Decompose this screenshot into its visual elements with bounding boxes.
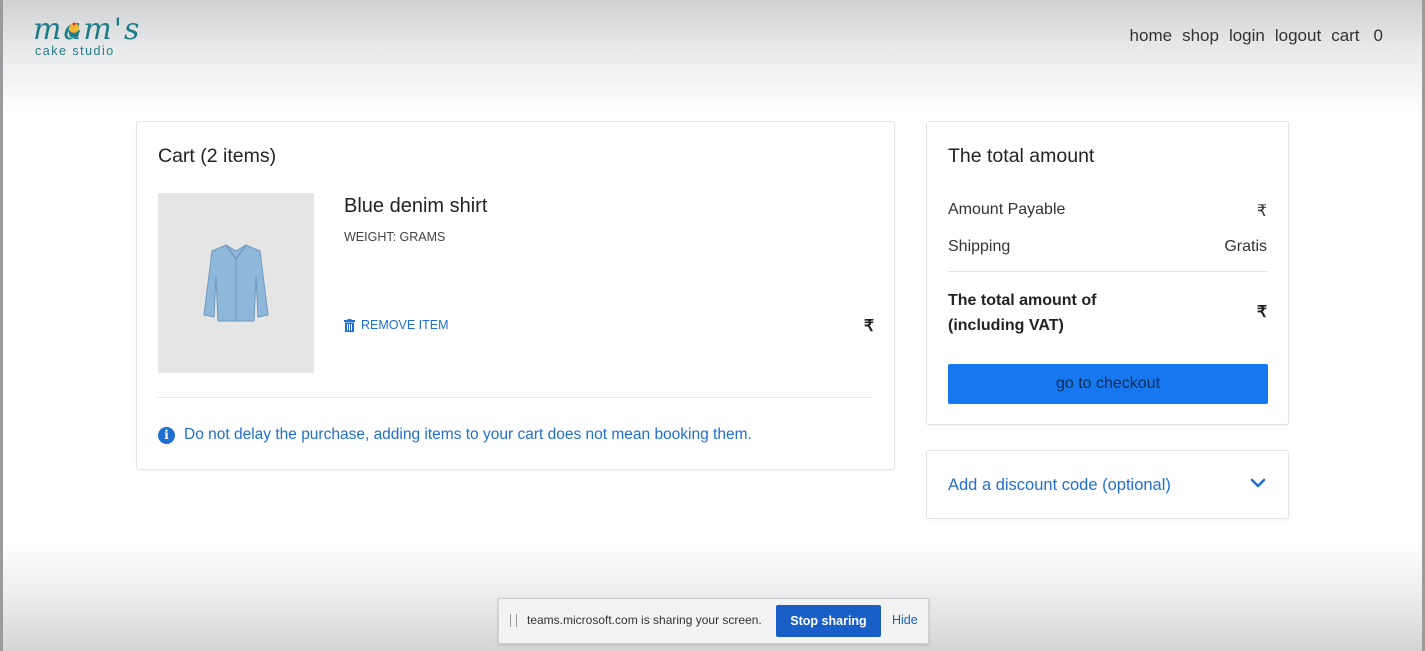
amount-payable-label: Amount Payable <box>948 201 1066 218</box>
divider <box>158 397 872 398</box>
cupcake-icon <box>68 22 80 37</box>
item-name[interactable]: Blue denim shirt <box>344 195 487 218</box>
cart-card: Cart (2 items) Blue denim shirt WEIGHT: … <box>136 121 895 470</box>
summary-card: The total amount Amount Payable ₹ Shippi… <box>926 121 1289 425</box>
remove-item-label: REMOVE ITEM <box>361 318 449 332</box>
nav-logout-link[interactable]: logout <box>1275 26 1321 46</box>
trash-icon <box>344 318 355 332</box>
total-row: The total amount of (including VAT) ₹ <box>948 288 1267 338</box>
info-icon: i <box>158 426 175 444</box>
summary-title: The total amount <box>948 145 1095 167</box>
stop-sharing-button[interactable]: Stop sharing <box>776 605 881 637</box>
shirt-image <box>203 244 269 322</box>
checkout-button[interactable]: go to checkout <box>948 364 1268 404</box>
main-nav: home shop login logout cart 0 <box>1120 26 1383 46</box>
screen-share-bar: teams.microsoft.com is sharing your scre… <box>498 598 929 644</box>
product-image[interactable] <box>158 193 314 373</box>
shipping-value: Gratis <box>1224 238 1267 255</box>
total-label: The total amount of (including VAT) <box>948 292 1097 334</box>
total-value: ₹ <box>1256 304 1267 321</box>
item-weight: WEIGHT: GRAMS <box>344 230 446 244</box>
cart-count[interactable]: 0 <box>1374 26 1383 46</box>
remove-item-button[interactable]: REMOVE ITEM <box>344 318 449 332</box>
nav-cart-link[interactable]: cart <box>1331 26 1359 46</box>
drag-handle[interactable] <box>510 614 517 627</box>
share-message: teams.microsoft.com is sharing your scre… <box>527 613 762 627</box>
nav-shop-link[interactable]: shop <box>1182 26 1219 46</box>
brand-name: mam's <box>33 12 142 47</box>
cart-title: Cart (2 items) <box>158 145 277 167</box>
hide-link[interactable]: Hide <box>892 613 918 627</box>
divider <box>948 271 1267 272</box>
nav-login-link[interactable]: login <box>1229 26 1265 46</box>
notice-text: Do not delay the purchase, adding items … <box>184 426 752 443</box>
item-price: ₹ <box>863 318 874 335</box>
nav-home-link[interactable]: home <box>1130 26 1173 46</box>
discount-code-toggle[interactable]: Add a discount code (optional) <box>948 476 1171 495</box>
shipping-row: Shipping Gratis <box>948 238 1267 256</box>
shipping-label: Shipping <box>948 238 1011 255</box>
chevron-down-icon[interactable] <box>1250 475 1266 491</box>
amount-payable-value: ₹ <box>1256 203 1267 220</box>
window-edge-left <box>0 0 3 651</box>
brand-tagline: cake studio <box>35 44 115 58</box>
brand-logo[interactable]: mam's cake studio <box>33 14 139 62</box>
amount-payable-row: Amount Payable ₹ <box>948 201 1267 221</box>
purchase-notice: i Do not delay the purchase, adding item… <box>158 426 752 444</box>
discount-card[interactable]: Add a discount code (optional) <box>926 450 1289 519</box>
